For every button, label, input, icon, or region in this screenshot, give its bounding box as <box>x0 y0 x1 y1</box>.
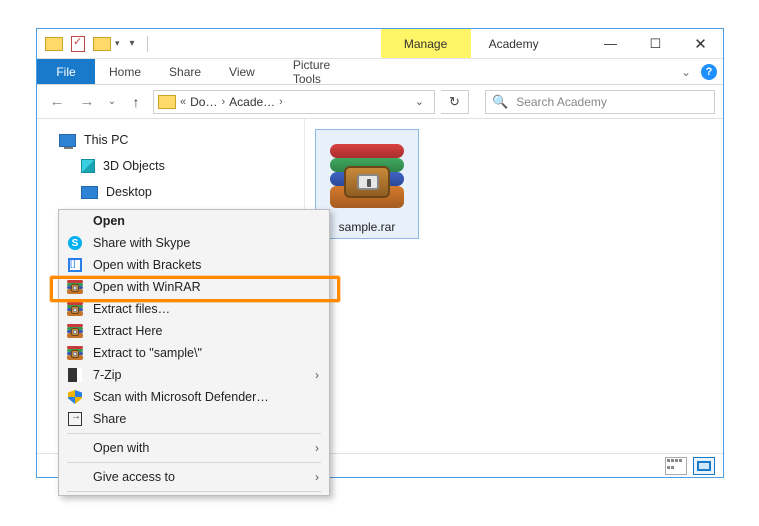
ctx-label: Extract to "sample\" <box>93 346 202 360</box>
ctx-label: 7-Zip <box>93 368 121 382</box>
nav-desktop[interactable]: Desktop <box>59 179 304 205</box>
nav-bar: ← → ⌄ ↑ « Do… › Acade… › ⌄ ↻ 🔍 <box>37 85 723 119</box>
sevenzip-icon <box>67 368 83 382</box>
context-menu: Open S Share with Skype Open with Bracke… <box>58 209 330 496</box>
pc-icon <box>59 134 76 147</box>
ctx-label: Share with Skype <box>93 236 190 250</box>
tab-home[interactable]: Home <box>95 59 155 84</box>
ctx-7zip[interactable]: 7-Zip › <box>59 364 329 386</box>
minimize-button[interactable]: — <box>588 29 633 58</box>
ctx-label: Extract Here <box>93 324 162 338</box>
nav-label: 3D Objects <box>103 159 165 173</box>
nav-3d-objects[interactable]: 3D Objects <box>59 153 304 179</box>
annotation-highlight <box>50 276 340 302</box>
ctx-extract-to[interactable]: Extract to "sample\" <box>59 342 329 364</box>
ctx-extract-here[interactable]: Extract Here <box>59 320 329 342</box>
ctx-label: Open <box>93 214 125 228</box>
chevron-down-icon: ▾ <box>115 38 120 49</box>
ctx-label: Open with Brackets <box>93 258 201 272</box>
file-item-sample-rar[interactable]: sample.rar <box>315 129 419 239</box>
manage-tab[interactable]: Manage <box>381 29 471 58</box>
quick-access-toolbar: ▾ ▾ <box>37 29 156 58</box>
properties-icon[interactable] <box>71 36 85 52</box>
winrar-archive-icon <box>327 136 407 216</box>
ctx-share[interactable]: Share <box>59 408 329 430</box>
winrar-icon <box>67 345 83 361</box>
skype-icon: S <box>67 236 83 250</box>
chevron-left-icon: « <box>180 96 186 108</box>
folder-icon[interactable] <box>45 37 63 51</box>
ctx-label: Share <box>93 412 126 426</box>
chevron-right-icon: › <box>315 470 319 484</box>
ribbon-tabs: File Home Share View Picture Tools ⌄ ? <box>37 59 723 85</box>
ctx-open[interactable]: Open <box>59 210 329 232</box>
chevron-right-icon: › <box>315 441 319 455</box>
chevron-right-icon: › <box>221 96 225 108</box>
tab-file[interactable]: File <box>37 59 95 84</box>
history-dropdown-icon[interactable]: ⌄ <box>105 96 119 107</box>
separator <box>67 433 321 434</box>
ctx-label: Extract files… <box>93 302 170 316</box>
new-folder-icon[interactable] <box>93 37 111 51</box>
window-title: Academy <box>471 29 588 58</box>
qat-overflow-icon[interactable]: ▾ <box>130 38 135 49</box>
ctx-give-access[interactable]: Give access to › <box>59 466 329 488</box>
share-icon <box>67 412 83 426</box>
separator <box>67 462 321 463</box>
forward-button[interactable]: → <box>75 90 99 114</box>
back-button[interactable]: ← <box>45 90 69 114</box>
winrar-icon <box>67 301 83 317</box>
search-box[interactable]: 🔍 <box>485 90 715 114</box>
close-button[interactable]: ✕ <box>678 29 723 58</box>
divider <box>147 36 148 52</box>
ctx-label: Open with <box>93 441 149 455</box>
nav-this-pc[interactable]: This PC <box>59 127 304 153</box>
separator <box>67 491 321 492</box>
details-view-button[interactable] <box>665 457 687 475</box>
breadcrumb-seg[interactable]: Acade… <box>229 95 275 109</box>
brackets-icon <box>67 258 83 272</box>
nav-label: Desktop <box>106 185 152 199</box>
refresh-button[interactable]: ↻ <box>441 90 469 114</box>
chevron-right-icon: › <box>279 96 283 108</box>
search-input[interactable] <box>514 94 708 110</box>
ctx-share-skype[interactable]: S Share with Skype <box>59 232 329 254</box>
ctx-open-brackets[interactable]: Open with Brackets <box>59 254 329 276</box>
tab-view[interactable]: View <box>215 59 269 84</box>
breadcrumb-seg[interactable]: Do… <box>190 95 217 109</box>
address-dropdown-icon[interactable]: ⌄ <box>409 95 430 108</box>
winrar-icon <box>67 323 83 339</box>
help-icon[interactable]: ? <box>701 64 717 80</box>
up-button[interactable]: ↑ <box>125 94 147 110</box>
large-icons-view-button[interactable] <box>693 457 715 475</box>
ribbon-collapse-icon[interactable]: ⌄ <box>681 65 691 79</box>
folder-icon <box>158 95 176 109</box>
ctx-open-with[interactable]: Open with › <box>59 437 329 459</box>
file-label: sample.rar <box>339 220 396 234</box>
maximize-button[interactable]: ☐ <box>633 29 678 58</box>
address-bar[interactable]: « Do… › Acade… › ⌄ <box>153 90 435 114</box>
title-bar: ▾ ▾ Manage Academy — ☐ ✕ <box>37 29 723 59</box>
ctx-label: Scan with Microsoft Defender… <box>93 390 269 404</box>
window-controls: — ☐ ✕ <box>588 29 723 58</box>
cube-icon <box>81 159 95 173</box>
ctx-label: Give access to <box>93 470 175 484</box>
tab-share[interactable]: Share <box>155 59 215 84</box>
tab-picture-tools[interactable]: Picture Tools <box>279 59 367 84</box>
file-area[interactable]: sample.rar <box>305 119 723 453</box>
desktop-icon <box>81 186 98 199</box>
chevron-right-icon: › <box>315 368 319 382</box>
ctx-defender[interactable]: Scan with Microsoft Defender… <box>59 386 329 408</box>
shield-icon <box>67 390 83 404</box>
search-icon: 🔍 <box>492 94 508 110</box>
nav-label: This PC <box>84 133 128 147</box>
